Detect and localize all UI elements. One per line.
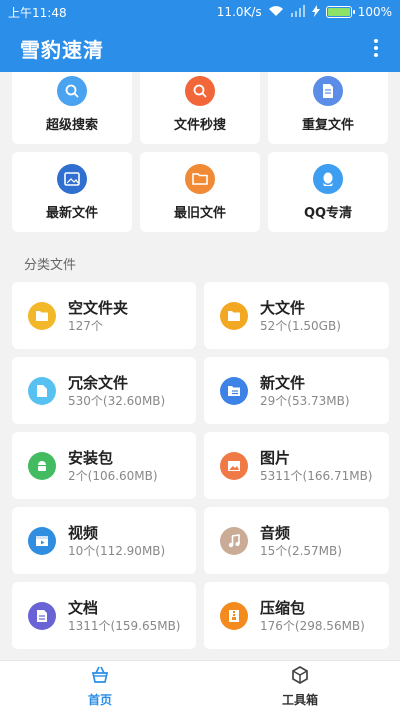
battery-fill xyxy=(327,8,350,16)
wifi-icon xyxy=(268,5,284,20)
tool-grid-row-2: 最新文件 最旧文件 QQ专清 xyxy=(12,152,388,232)
tool-label: 超级搜索 xyxy=(45,117,98,133)
folder-icon xyxy=(28,301,56,330)
image-icon xyxy=(57,163,87,194)
category-large-files[interactable]: 大文件 52个(1.50GB) xyxy=(204,282,389,349)
category-meta: 530个(32.60MB) xyxy=(68,393,166,408)
category-meta: 52个(1.50GB) xyxy=(260,318,341,333)
more-vert-icon[interactable] xyxy=(368,36,384,60)
tool-super-search[interactable]: 超级搜索 xyxy=(12,72,132,144)
video-icon xyxy=(28,526,56,555)
tool-label: QQ专清 xyxy=(303,205,353,221)
tab-toolbox[interactable]: 工具箱 xyxy=(200,661,400,711)
category-name: 压缩包 xyxy=(260,598,306,617)
battery-icon xyxy=(325,6,355,18)
folder-list-icon xyxy=(220,376,248,405)
category-audio[interactable]: 音频 15个(2.57MB) xyxy=(204,507,389,574)
tab-home-label: 首页 xyxy=(87,692,112,707)
category-meta: 127个 xyxy=(68,318,103,333)
category-name: 空文件夹 xyxy=(68,298,129,317)
category-meta: 1311个(159.65MB) xyxy=(68,618,181,633)
category-text: 冗余文件 530个(32.60MB) xyxy=(68,373,165,409)
music-icon xyxy=(220,526,248,555)
cube-icon xyxy=(290,665,310,689)
category-text: 大文件 52个(1.50GB) xyxy=(260,298,341,334)
category-name: 图片 xyxy=(260,448,291,467)
category-videos[interactable]: 视频 10个(112.90MB) xyxy=(12,507,196,574)
tool-qq-clean[interactable]: QQ专清 xyxy=(268,152,388,232)
signal-icon xyxy=(290,4,306,20)
bottom-nav: 首页 工具箱 xyxy=(0,660,400,711)
battery-percent: 100% xyxy=(357,5,392,19)
category-redundant-files[interactable]: 冗余文件 530个(32.60MB) xyxy=(12,357,196,424)
android-icon xyxy=(28,451,56,480)
category-text: 空文件夹 127个 xyxy=(68,298,128,334)
category-grid: 空文件夹 127个 大文件 52个(1.50GB) 冗余文件 530个(32.6… xyxy=(12,282,389,649)
category-meta: 176个(298.56MB) xyxy=(260,618,365,633)
category-meta: 29个(53.73MB) xyxy=(260,393,350,408)
category-archives[interactable]: 压缩包 176个(298.56MB) xyxy=(204,582,389,649)
category-text: 安装包 2个(106.60MB) xyxy=(68,448,158,484)
tool-file-quick-search[interactable]: 文件秒搜 xyxy=(140,72,260,144)
category-name: 文档 xyxy=(68,598,99,617)
search-icon xyxy=(185,75,215,106)
network-speed: 11.0K/s xyxy=(216,5,262,19)
status-indicators: 11.0K/s 100% xyxy=(216,4,392,20)
tool-oldest-files[interactable]: 最旧文件 xyxy=(140,152,260,232)
file-icon xyxy=(28,376,56,405)
folder-open-icon xyxy=(185,163,215,194)
category-name: 视频 xyxy=(68,523,99,542)
tool-label: 重复文件 xyxy=(301,117,354,133)
tab-toolbox-label: 工具箱 xyxy=(281,692,318,707)
search-icon xyxy=(57,75,87,106)
category-images[interactable]: 图片 5311个(166.71MB) xyxy=(204,432,389,499)
basket-icon xyxy=(90,665,110,689)
section-title-categories: 分类文件 xyxy=(24,258,77,273)
status-time: 上午11:48 xyxy=(8,5,67,20)
category-text: 文档 1311个(159.65MB) xyxy=(68,598,180,634)
image-icon xyxy=(220,451,248,480)
tool-duplicate-files[interactable]: 重复文件 xyxy=(268,72,388,144)
status-bar: 上午11:48 11.0K/s 100% xyxy=(0,0,400,24)
category-meta: 15个(2.57MB) xyxy=(260,543,342,558)
category-text: 压缩包 176个(298.56MB) xyxy=(260,598,365,634)
category-text: 新文件 29个(53.73MB) xyxy=(260,373,350,409)
tool-grid-row-1: 超级搜索 文件秒搜 重复文件 xyxy=(12,72,388,144)
category-meta: 10个(112.90MB) xyxy=(68,543,166,558)
document-icon xyxy=(28,601,56,630)
category-meta: 2个(106.60MB) xyxy=(68,468,158,483)
main-content[interactable]: 超级搜索 文件秒搜 重复文件 最新文件 最旧文件 QQ专清 分类文件 空文件夹 … xyxy=(0,72,400,660)
tool-newest-files[interactable]: 最新文件 xyxy=(12,152,132,232)
category-empty-folders[interactable]: 空文件夹 127个 xyxy=(12,282,196,349)
tool-label: 文件秒搜 xyxy=(173,117,226,133)
category-text: 图片 5311个(166.71MB) xyxy=(260,448,372,484)
tool-label: 最旧文件 xyxy=(173,205,226,221)
category-name: 安装包 xyxy=(68,448,114,467)
category-text: 视频 10个(112.90MB) xyxy=(68,523,165,559)
category-text: 音频 15个(2.57MB) xyxy=(260,523,342,559)
tab-home[interactable]: 首页 xyxy=(0,661,200,711)
category-name: 音频 xyxy=(260,523,291,542)
category-meta: 5311个(166.71MB) xyxy=(260,468,373,483)
category-install-packages[interactable]: 安装包 2个(106.60MB) xyxy=(12,432,196,499)
tool-label: 最新文件 xyxy=(45,205,98,221)
charging-icon xyxy=(311,4,320,20)
qq-icon xyxy=(313,163,343,194)
category-documents[interactable]: 文档 1311个(159.65MB) xyxy=(12,582,196,649)
category-name: 新文件 xyxy=(260,373,306,392)
category-name: 大文件 xyxy=(260,298,306,317)
app-bar: 雪豹速清 xyxy=(0,24,400,72)
folder-icon xyxy=(220,301,248,330)
app-title: 雪豹速清 xyxy=(20,37,104,62)
archive-icon xyxy=(220,601,248,630)
category-name: 冗余文件 xyxy=(68,373,129,392)
document-icon xyxy=(313,75,343,106)
category-new-files[interactable]: 新文件 29个(53.73MB) xyxy=(204,357,389,424)
